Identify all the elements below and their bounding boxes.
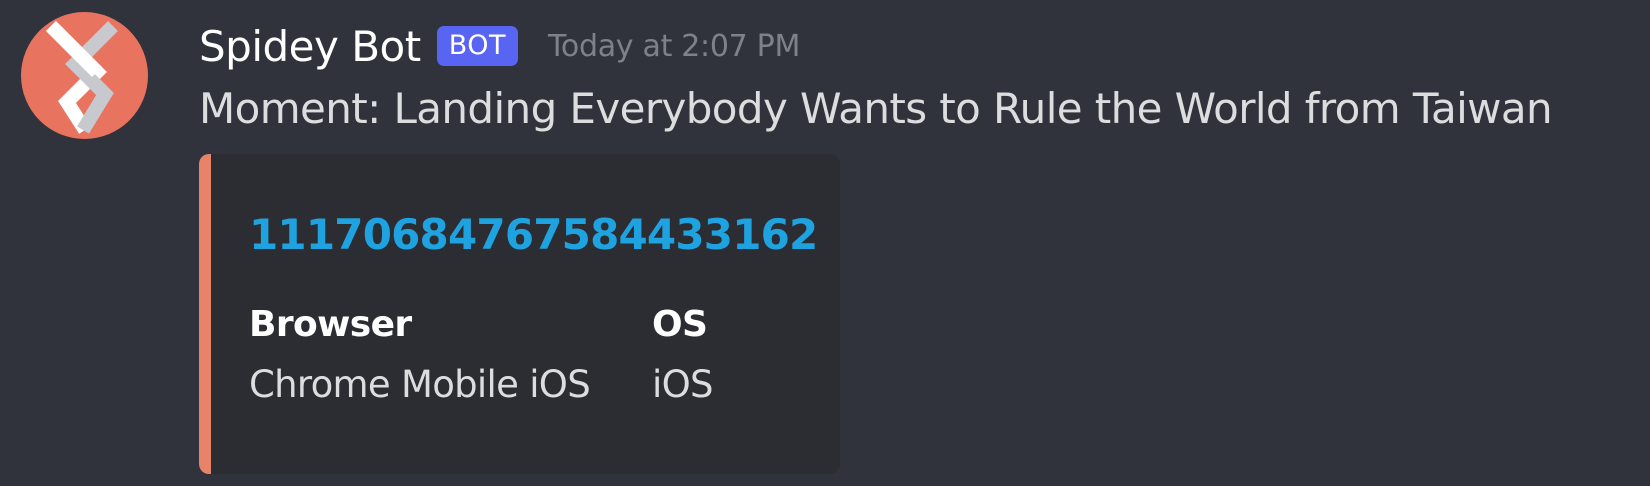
embed-field-browser: Browser Chrome Mobile iOS (249, 304, 591, 406)
field-name: Browser (249, 304, 412, 345)
field-value: Chrome Mobile iOS (249, 363, 591, 406)
field-name: OS (652, 304, 708, 345)
message-embed: 11170684767584433162 Browser Chrome Mobi… (199, 154, 840, 474)
bot-logo-icon (21, 12, 148, 139)
chat-message: Spidey Bot BOT Today at 2:07 PM Moment: … (0, 0, 1650, 486)
avatar[interactable] (21, 12, 148, 139)
embed-field-os: OS iOS (652, 304, 713, 406)
message-header: Spidey Bot BOT Today at 2:07 PM (199, 16, 800, 76)
embed-accent-bar (199, 154, 211, 474)
message-content: Moment: Landing Everybody Wants to Rule … (199, 84, 1553, 133)
bot-badge: BOT (436, 26, 518, 66)
message-timestamp[interactable]: Today at 2:07 PM (548, 29, 800, 64)
field-value: iOS (652, 363, 713, 406)
embed-title[interactable]: 11170684767584433162 (249, 210, 818, 259)
author-username[interactable]: Spidey Bot (199, 22, 421, 71)
